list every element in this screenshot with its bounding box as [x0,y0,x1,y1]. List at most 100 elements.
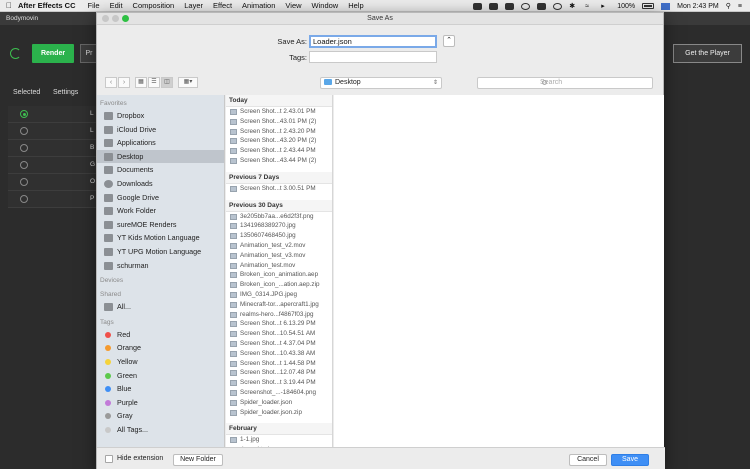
comp-row[interactable]: O [8,174,98,191]
expand-dialog-button[interactable]: ⌃ [443,35,455,47]
file-list-item[interactable]: Screen Shot...10.43.38 AM [226,349,332,359]
file-list-item[interactable]: Screen Shot...t 2.43.01 PM [226,107,332,117]
comp-row[interactable]: L [8,106,98,123]
sidebar-item-shared-all[interactable]: All... [97,300,224,314]
file-list-item[interactable]: Screen Shot...t 1.44.58 PM [226,359,332,369]
sidebar-item-desktop[interactable]: Desktop [97,149,224,164]
group-menu-button[interactable]: ▦▾ [178,77,198,88]
comp-row[interactable]: P [8,191,98,208]
sidebar-item-applications[interactable]: Applications [97,136,224,150]
sidebar-item-google-drive[interactable]: Google Drive [97,191,224,205]
file-list-item[interactable]: Screen Shot...t 2.43.44 PM [226,146,332,156]
menu-composition[interactable]: Composition [133,1,175,10]
filename-input[interactable]: Loader.json [309,35,437,48]
minimize-window-button[interactable] [112,15,119,22]
radio-selected[interactable] [20,110,28,118]
search-menubar-icon[interactable]: ⚲ [726,2,731,10]
notification-center-icon[interactable]: ≡ [738,3,742,10]
file-list-item[interactable]: 1341968389270.jpg [226,221,332,231]
wifi-icon[interactable]: ≈ [585,3,594,10]
file-list-item[interactable]: Screen Shot...t 6.13.29 PM [226,319,332,329]
menu-help[interactable]: Help [348,1,363,10]
search-input[interactable]: Search [477,77,653,89]
radio[interactable] [20,127,28,135]
battery-icon[interactable] [642,3,655,9]
file-list-item[interactable]: Broken_icon_...ation.aep.zip [226,280,332,290]
sidebar-item-schurman[interactable]: schurman [97,259,224,273]
radio[interactable] [20,195,28,203]
app-name-menu[interactable]: After Effects CC [18,1,76,10]
apple-icon[interactable]:  [0,1,18,10]
file-list-item[interactable]: Screenshot_...-184604.png [226,388,332,398]
file-list-item[interactable]: Screen Shot...t 2.43.20 PM [226,127,332,137]
get-player-button[interactable]: Get the Player [673,44,742,63]
clock[interactable]: Mon 2:43 PM [677,3,719,10]
menu-file[interactable]: File [88,1,100,10]
menu-view[interactable]: View [285,1,301,10]
sidebar-tag-blue[interactable]: Blue [97,382,224,396]
file-list-item[interactable]: Screen Shot...t 3.00.51 PM [226,184,332,194]
location-dropdown[interactable]: Desktop ⇕ [320,77,442,89]
sidebar-item-dropbox[interactable]: Dropbox [97,109,224,123]
file-list-item[interactable]: Screen Shot...t 3.19.44 PM [226,378,332,388]
sidebar-item-documents[interactable]: Documents [97,163,224,177]
file-list-item[interactable]: Animation_test_v3.mov [226,251,332,261]
cancel-button[interactable]: Cancel [569,454,607,466]
menu-layer[interactable]: Layer [184,1,203,10]
comp-row[interactable]: L [8,123,98,140]
display-tray-icon[interactable] [537,2,547,10]
column-view-button[interactable]: ◫ [161,77,173,88]
drive-tray-icon[interactable] [489,2,499,10]
render-button[interactable]: Render [32,44,74,63]
file-list-item[interactable]: Broken_icon_animation.aep [226,270,332,280]
file-list-item[interactable]: Screen Shot...43.01 PM (2) [226,117,332,127]
file-list-item[interactable]: 1350607468450.jpg [226,231,332,241]
sidebar-item-yt-upg[interactable]: YT UPG Motion Language [97,245,224,259]
new-folder-button[interactable]: New Folder [173,454,223,466]
tags-input[interactable] [309,51,437,63]
file-list-item[interactable]: realms-hero...f4867f03.jpg [226,310,332,320]
radio[interactable] [20,178,28,186]
sidebar-tag-yellow[interactable]: Yellow [97,355,224,369]
sidebar-item-suremoe[interactable]: sureMOE Renders [97,218,224,232]
menu-window[interactable]: Window [312,1,339,10]
bluetooth-icon[interactable]: ✱ [569,3,578,10]
file-list-item[interactable]: Screen Shot...10.54.51 AM [226,329,332,339]
file-list-item[interactable]: 3e205bb7aa...e6d2f3f.png [226,212,332,222]
volume-icon[interactable]: ▸ [601,3,610,10]
close-window-button[interactable] [102,15,109,22]
comp-row[interactable]: G [8,157,98,174]
file-list-item[interactable]: IMG_0314.JPG.jpeg [226,290,332,300]
sidebar-tag-green[interactable]: Green [97,369,224,383]
sidebar-tag-red[interactable]: Red [97,328,224,342]
back-button[interactable]: ‹ [105,77,117,88]
sync-tray-icon[interactable] [521,2,531,10]
sidebar-tag-purple[interactable]: Purple [97,396,224,410]
comp-row[interactable]: B [8,140,98,157]
sidebar-tag-gray[interactable]: Gray [97,409,224,423]
app-tray-icon[interactable] [505,2,515,10]
zoom-window-button[interactable] [122,15,129,22]
sidebar-item-all-tags[interactable]: All Tags... [97,423,224,437]
sidebar-item-yt-kids[interactable]: YT Kids Motion Language [97,231,224,245]
dropbox-tray-icon[interactable] [473,2,483,10]
list-view-button[interactable]: ☰ [148,77,160,88]
sidebar-tag-orange[interactable]: Orange [97,341,224,355]
file-list-item[interactable]: Animation_test_v2.mov [226,241,332,251]
hide-extension-checkbox[interactable] [105,455,113,463]
menu-effect[interactable]: Effect [213,1,232,10]
file-list-item[interactable]: Spider_loader.json.zip [226,408,332,418]
refresh-icon[interactable] [10,48,21,59]
sidebar-item-icloud[interactable]: iCloud Drive [97,123,224,137]
file-list-item[interactable]: Screen Shot...12.07.48 PM [226,368,332,378]
menu-edit[interactable]: Edit [110,1,123,10]
flag-icon[interactable] [661,2,671,10]
file-list-item[interactable]: Minecraft-tor...apercraft1.jpg [226,300,332,310]
radio[interactable] [20,144,28,152]
file-list-item[interactable]: 1-1.jpg [226,435,332,445]
menu-animation[interactable]: Animation [242,1,275,10]
radio[interactable] [20,161,28,169]
file-list-item[interactable]: Spider_loader.json [226,398,332,408]
icon-view-button[interactable]: ▦ [135,77,147,88]
file-list-item[interactable]: Screen Shot...43.20 PM (2) [226,136,332,146]
